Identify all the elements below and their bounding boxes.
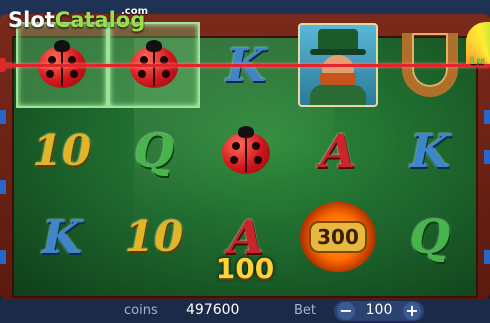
bet-value: 100 (365, 302, 393, 318)
ladybug-symbol (200, 108, 292, 194)
left-line-marker (0, 180, 6, 194)
symbol-10: 10 (108, 194, 200, 280)
coin-value: 300 (309, 221, 367, 253)
symbol-a: A (292, 108, 384, 194)
coin-symbol: 300 (292, 194, 384, 280)
symbol-letter: 10 (124, 212, 184, 261)
bet-increase-button[interactable]: + (403, 302, 421, 320)
minus-icon: − (339, 301, 353, 320)
ladybug-icon (220, 126, 272, 176)
symbol-q: Q (108, 108, 200, 194)
game-logo-fragment: Lu (470, 54, 485, 67)
coins-label: coins (124, 303, 158, 318)
symbol-letter: K (410, 124, 450, 178)
right-line-marker (484, 250, 490, 264)
winning-payline (0, 64, 490, 67)
left-line-marker (0, 250, 6, 264)
plus-icon: + (405, 301, 419, 320)
reel-grid: 10 K Q 10 K A A 300 K Q (12, 22, 478, 284)
symbol-letter: K (42, 210, 82, 264)
bet-decrease-button[interactable]: − (337, 302, 355, 320)
bet-label: Bet (294, 303, 317, 318)
game-screen: 10 K Q 10 K A A 300 K Q Lu SlotCatalog .com 100 c… (0, 0, 490, 323)
slotcatalog-watermark: SlotCatalog .com (8, 6, 149, 32)
payline-marker (0, 58, 6, 72)
win-amount: 100 (215, 252, 275, 285)
symbol-q: Q (384, 194, 476, 280)
symbol-letter: Q (133, 124, 175, 178)
right-line-marker (484, 110, 490, 124)
left-line-marker (0, 110, 6, 124)
symbol-letter: A (320, 124, 356, 178)
symbol-letter: Q (409, 210, 451, 264)
right-line-marker (484, 150, 490, 164)
symbol-k: K (16, 194, 108, 280)
symbol-letter: 10 (32, 126, 92, 175)
symbol-10: 10 (16, 108, 108, 194)
coins-balance: 497600 (186, 302, 240, 318)
coin-icon: 300 (300, 202, 376, 272)
symbol-k: K (384, 108, 476, 194)
